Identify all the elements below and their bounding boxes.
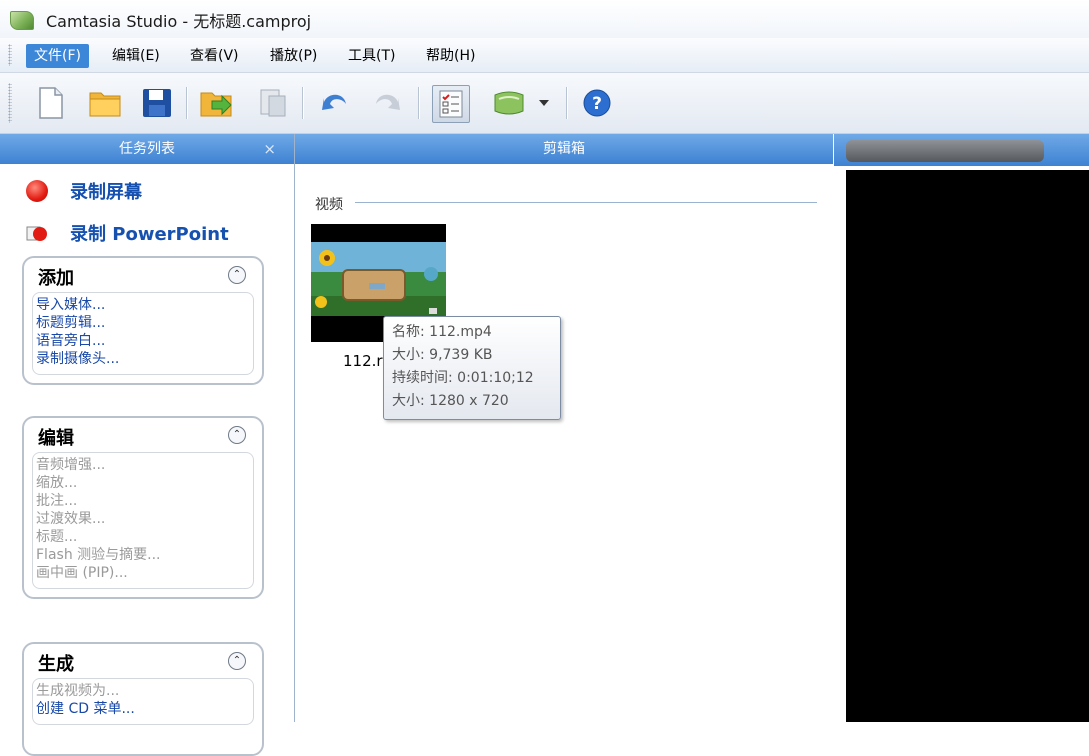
zoom-link: 缩放... xyxy=(36,475,78,491)
redo-button[interactable] xyxy=(370,86,404,120)
record-screen-link[interactable]: 录制屏幕 xyxy=(26,178,142,204)
preview-scrub-bar[interactable] xyxy=(846,140,1044,162)
produce-group: 生成 ⌃ 生成视频为... 创建 CD 菜单... xyxy=(22,642,264,756)
flash-quiz-link: Flash 测验与摘要... xyxy=(36,547,161,563)
library-button[interactable] xyxy=(492,86,526,120)
menu-view[interactable]: 查看(V) xyxy=(182,44,247,68)
titles-link: 标题... xyxy=(36,529,78,545)
clip-bin-panel: 剪辑箱 视频 112.r xyxy=(295,134,833,722)
add-group-header[interactable]: 添加 ⌃ xyxy=(24,258,262,292)
produce-video-link: 生成视频为... xyxy=(36,683,120,699)
task-list-panel: 任务列表 × 录制屏幕 录制 PowerPoint 添加 ⌃ 导入媒体... 标… xyxy=(0,134,295,756)
svg-text:?: ? xyxy=(592,94,602,114)
task-list-header: 任务列表 × xyxy=(0,134,294,164)
collapse-icon[interactable]: ⌃ xyxy=(228,426,246,444)
tooltip-size: 大小: 9,739 KB xyxy=(392,347,493,363)
open-folder-icon xyxy=(89,92,121,117)
tooltip-name: 名称: 112.mp4 xyxy=(392,324,492,340)
close-panel-button[interactable]: × xyxy=(263,134,276,164)
picture-in-picture-link: 画中画 (PIP)... xyxy=(36,565,128,581)
section-divider xyxy=(355,202,817,203)
clip-filename[interactable]: 112.r xyxy=(343,352,383,370)
add-group-items: 导入媒体... 标题剪辑... 语音旁白... 录制摄像头... xyxy=(32,292,254,375)
record-powerpoint-label: 录制 PowerPoint xyxy=(70,224,229,245)
edit-group-items: 音频增强... 缩放... 批注... 过渡效果... 标题... Flash … xyxy=(32,452,254,589)
video-section-label: 视频 xyxy=(315,197,343,213)
add-group: 添加 ⌃ 导入媒体... 标题剪辑... 语音旁白... 录制摄像头... xyxy=(22,256,264,385)
produce-group-header[interactable]: 生成 ⌃ xyxy=(24,644,262,678)
produce-icon xyxy=(260,89,286,117)
open-project-button[interactable] xyxy=(88,86,122,120)
record-icon xyxy=(26,180,48,202)
clip-bin-header: 剪辑箱 xyxy=(295,134,833,164)
edit-group: 编辑 ⌃ 音频增强... 缩放... 批注... 过渡效果... 标题... F… xyxy=(22,416,264,599)
window-title: Camtasia Studio - 无标题.camproj xyxy=(46,12,312,31)
record-powerpoint-link[interactable]: 录制 PowerPoint xyxy=(26,220,229,246)
import-media-link[interactable]: 导入媒体... xyxy=(36,296,253,314)
task-list-toggle[interactable] xyxy=(432,85,470,123)
save-button[interactable] xyxy=(140,86,174,120)
record-camera-link[interactable]: 录制摄像头... xyxy=(36,350,253,368)
title-bar: Camtasia Studio - 无标题.camproj xyxy=(0,0,1089,39)
audio-enhance-link: 音频增强... xyxy=(36,457,106,473)
undo-button[interactable] xyxy=(318,86,352,120)
transitions-link: 过渡效果... xyxy=(36,511,106,527)
menu-bar: 文件(F) 编辑(E) 查看(V) 播放(P) 工具(T) 帮助(H) xyxy=(0,38,1089,73)
help-button[interactable]: ? xyxy=(580,86,614,120)
produce-group-title: 生成 xyxy=(38,654,74,675)
menu-edit[interactable]: 编辑(E) xyxy=(104,44,168,68)
edit-group-header[interactable]: 编辑 ⌃ xyxy=(24,418,262,452)
undo-icon xyxy=(322,94,346,110)
toolbar: ? xyxy=(0,73,1089,134)
tooltip-dimensions: 大小: 1280 x 720 xyxy=(392,393,509,409)
toolbar-separator xyxy=(566,87,567,119)
preview-screen[interactable] xyxy=(846,170,1089,722)
menu-grip-handle[interactable] xyxy=(8,44,12,66)
new-project-button[interactable] xyxy=(34,86,68,120)
camtasia-app-icon xyxy=(10,11,34,30)
add-group-title: 添加 xyxy=(38,268,74,289)
help-icon: ? xyxy=(583,89,611,117)
toolbar-grip-handle[interactable] xyxy=(8,83,12,123)
toolbar-separator xyxy=(186,87,187,119)
new-project-icon xyxy=(39,87,63,119)
task-list-icon xyxy=(439,90,463,118)
menu-play[interactable]: 播放(P) xyxy=(262,44,325,68)
title-clip-link[interactable]: 标题剪辑... xyxy=(36,314,253,332)
menu-help[interactable]: 帮助(H) xyxy=(418,44,483,68)
toolbar-separator xyxy=(418,87,419,119)
edit-group-title: 编辑 xyxy=(38,428,74,449)
library-icon xyxy=(494,91,524,115)
menu-tools[interactable]: 工具(T) xyxy=(340,44,403,68)
collapse-icon[interactable]: ⌃ xyxy=(228,266,246,284)
clip-info-tooltip: 名称: 112.mp4 大小: 9,739 KB 持续时间: 0:01:10;1… xyxy=(383,316,561,420)
preview-header xyxy=(834,134,1089,166)
collapse-icon[interactable]: ⌃ xyxy=(228,652,246,670)
voice-narration-link[interactable]: 语音旁白... xyxy=(36,332,253,350)
powerpoint-record-icon xyxy=(26,224,48,242)
produce-group-items: 生成视频为... 创建 CD 菜单... xyxy=(32,678,254,725)
preview-panel xyxy=(834,134,1089,722)
library-dropdown-button[interactable] xyxy=(534,86,554,120)
produce-button[interactable] xyxy=(256,86,290,120)
callouts-link: 批注... xyxy=(36,493,78,509)
import-media-button[interactable] xyxy=(200,86,234,120)
record-screen-label: 录制屏幕 xyxy=(70,182,142,203)
redo-icon xyxy=(376,94,400,110)
dropdown-arrow-icon xyxy=(539,100,549,106)
toolbar-separator xyxy=(302,87,303,119)
create-cd-menu-link[interactable]: 创建 CD 菜单... xyxy=(36,700,253,718)
import-media-icon xyxy=(200,92,232,117)
menu-file[interactable]: 文件(F) xyxy=(26,44,89,68)
task-list-title: 任务列表 xyxy=(119,141,175,157)
save-icon xyxy=(143,89,171,117)
tooltip-duration: 持续时间: 0:01:10;12 xyxy=(392,370,534,386)
